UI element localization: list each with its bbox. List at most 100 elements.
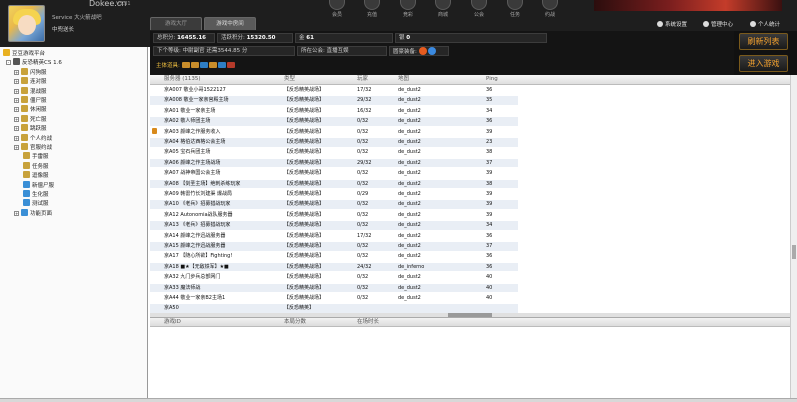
tool-item-icon[interactable]: [199, 62, 208, 68]
collapse-icon[interactable]: -: [6, 60, 11, 66]
table-row[interactable]: 京A007 敬业小哥1522127 【反恐精英战场】 17/32 de_dust2 36: [150, 86, 518, 95]
col-ping[interactable]: Ping: [486, 75, 498, 84]
table-row[interactable]: 京A50 【反恐精英】: [150, 304, 518, 313]
sidebar-tree-item[interactable]: + 闪狗服: [14, 67, 47, 77]
table-row[interactable]: 京A33 魔法师战 【反恐精英战场】 0/32 de_dust2 40: [150, 283, 518, 293]
sidebar-tree-item[interactable]: 豆豆游戏平台: [3, 49, 45, 58]
chart-icon: [750, 21, 756, 27]
table-row[interactable]: 京A09 韩雷竹长刘建渠 爆战局 【反恐精英战场】 0/29 de_dust2 39: [150, 190, 518, 199]
table-row[interactable]: 京A02 敬人师团主场 【反恐精英战场】 0/32 de_dust2 36: [150, 117, 518, 126]
sidebar-tree-item[interactable]: + 跳跃服: [14, 124, 47, 133]
cell-map: de_dust2: [398, 243, 421, 249]
col-players[interactable]: 玩家: [357, 75, 368, 84]
cell-name: 京A32 九门步兵总部网门: [164, 274, 221, 281]
user-avatar[interactable]: [8, 5, 45, 42]
expand-icon[interactable]: +: [14, 79, 19, 85]
sidebar-tree-item[interactable]: 任务服: [14, 161, 49, 171]
sidebar-tree-item[interactable]: + 个人约战: [14, 133, 52, 143]
nav-recharge-button[interactable]: 充值: [359, 0, 385, 20]
nav-shop-button[interactable]: 商城: [430, 0, 456, 20]
enter-game-button[interactable]: 进入游戏: [739, 55, 788, 72]
sidebar-item-label: 僵尸服: [30, 98, 47, 104]
vertical-scrollbar[interactable]: [790, 75, 797, 400]
col-server[interactable]: 服务器 (1135): [164, 75, 201, 84]
tab-in-game-rooms[interactable]: 游戏中房间: [204, 17, 256, 30]
expand-icon[interactable]: +: [14, 116, 19, 122]
expand-icon[interactable]: +: [14, 126, 19, 132]
col-game-id[interactable]: 游戏ID: [164, 318, 181, 326]
table-row[interactable]: 京A15 颜峰之作迅战服务器 【反恐精英战场】 0/32 de_dust2 37: [150, 242, 518, 251]
management-center-link[interactable]: 管理中心: [703, 20, 733, 28]
tool-item-icon[interactable]: [190, 62, 199, 68]
table-row[interactable]: 京A008 敬业一家亲宫殿主场 【反恐精英战场】 29/32 de_dust2 35: [150, 96, 518, 105]
cell-players: 0/32: [357, 128, 369, 135]
expand-icon[interactable]: +: [14, 98, 19, 103]
tab-game-lobby[interactable]: 游戏大厅: [150, 17, 202, 30]
sidebar-tree-item[interactable]: 生化服: [14, 190, 49, 199]
server-list: 服务器 (1135) 类型 玩家 地图 Ping 京A007 敬业小哥15221…: [150, 75, 790, 315]
sidebar-tree-item[interactable]: - 反恐精英CS 1.6: [6, 58, 62, 67]
sidebar-tree-item[interactable]: + 官服约战: [14, 143, 52, 152]
col-round-score[interactable]: 本局分数: [284, 318, 306, 326]
table-row[interactable]: 京A04 格伯达西格公会主场 【反恐精英战场】 0/32 de_dust2 23: [150, 138, 518, 147]
sidebar-tree-item[interactable]: + 休闲服: [14, 105, 47, 114]
table-row[interactable]: 京A12 Autonomia战队服务器 【反恐精英战场】 0/32 de_dust2 3…: [150, 211, 518, 220]
match-icon: [542, 0, 558, 10]
table-row[interactable]: 京A01 敬业一家亲主场 【反恐精英战场】 16/32 de_dust2 34: [150, 107, 518, 116]
tool-item-icon[interactable]: [217, 62, 226, 68]
tool-item-icon[interactable]: [226, 62, 235, 68]
sidebar-tree-item[interactable]: 逗像服: [14, 171, 49, 180]
table-row[interactable]: 京A06 颜峰之作主场战场 【反恐精英战场】 29/32 de_dust2 37: [150, 158, 518, 168]
sidebar-tree-item[interactable]: 手雷服: [14, 152, 49, 161]
cell-players: 0/32: [357, 284, 369, 291]
cell-type: 【反恐精英战场】: [284, 274, 325, 281]
nav-betting-button[interactable]: 竞彩: [395, 0, 421, 20]
system-settings-link[interactable]: 系统设置: [657, 20, 687, 28]
cell-name: 京A17 【随心所欲】Fighting!: [164, 253, 233, 260]
col-play-time[interactable]: 在场时长: [357, 318, 379, 326]
table-row[interactable]: 京A32 九门步兵总部网门 【反恐精英战场】 0/32 de_dust2 40: [150, 273, 518, 282]
sidebar-tree-item[interactable]: + 连对服: [14, 77, 47, 86]
table-row[interactable]: 京A05 宝石兵团主场 【反恐精英战场】 0/32 de_dust2 38: [150, 148, 518, 157]
table-row[interactable]: 京A44 敬业一家亲B2主场1 【反恐精英战场】 0/32 de_dust2 40: [150, 294, 518, 303]
sidebar-tree-item[interactable]: + 功能页面: [14, 208, 52, 218]
cell-type: 【反恐精英战场】: [284, 295, 325, 301]
table-row[interactable]: 京A07 战神帝国公会主场 【反恐精英战场】 0/32 de_dust2 39: [150, 169, 518, 178]
tool-item-icon[interactable]: [208, 62, 217, 68]
sidebar-tree-item[interactable]: 测试服: [14, 199, 49, 208]
table-row[interactable]: 京A08 【剑圣主场】绝刺杀练玩家 【反恐精英战场】 0/32 de_dust2 38: [150, 179, 518, 189]
member-icon: [329, 0, 345, 10]
expand-icon[interactable]: +: [14, 69, 19, 75]
tool-item-icon[interactable]: [181, 62, 190, 68]
expand-icon[interactable]: +: [14, 145, 19, 150]
table-row[interactable]: 京A03 颜峰之作服务收入 【反恐精英战场】 0/32 de_dust2 39: [150, 127, 518, 137]
personal-stats-link[interactable]: 个人统计: [750, 20, 780, 28]
expand-icon[interactable]: +: [14, 210, 19, 216]
sidebar-tree-item[interactable]: 新僵尸服: [14, 180, 54, 190]
cell-name: 京A44 敬业一家亲B2主场1: [164, 295, 226, 301]
col-type[interactable]: 类型: [284, 75, 295, 84]
globe-icon[interactable]: [428, 47, 437, 55]
nav-member-button[interactable]: 会员: [324, 0, 350, 20]
col-map[interactable]: 地图: [398, 75, 409, 84]
refresh-list-button[interactable]: 刷新列表: [739, 33, 788, 50]
sidebar-tree-item[interactable]: + 僵尸服: [14, 96, 47, 105]
table-row[interactable]: 京A13 《老兵》招募猎战玩家 【反恐精英战场】 0/32 de_dust2 34: [150, 221, 518, 230]
expand-icon[interactable]: +: [14, 135, 19, 141]
table-row[interactable]: 京A17 【随心所欲】Fighting! 【反恐精英战场】 0/32 de_dust2…: [150, 252, 518, 261]
nav-guild-button[interactable]: 公会: [466, 0, 492, 20]
promo-banner[interactable]: [594, 0, 782, 11]
table-row[interactable]: 京A14 颜峰之作迅战服务器 【反恐精英战场】 17/32 de_dust2 36: [150, 232, 518, 241]
nav-match-button[interactable]: 约战: [537, 0, 563, 20]
table-row[interactable]: 京A18 ■★【无敌铁军】★■ 【反恐精英战场】 24/32 de_inferno 36: [150, 262, 518, 272]
table-row[interactable]: 京A10 《老兵》招募猎战玩家 【反恐精英战场】 0/32 de_dust2 39: [150, 200, 518, 209]
sidebar-tree-item[interactable]: + 死亡服: [14, 114, 47, 124]
expand-icon[interactable]: +: [14, 88, 19, 94]
sidebar-tree-item[interactable]: + 混战服: [14, 86, 47, 96]
scroll-thumb[interactable]: [792, 245, 796, 259]
cell-map: de_dust2: [398, 211, 421, 218]
expand-icon[interactable]: +: [14, 107, 19, 113]
cell-ping: 39: [486, 170, 493, 177]
fire-icon[interactable]: [418, 47, 427, 55]
nav-task-button[interactable]: 任务: [502, 0, 528, 20]
